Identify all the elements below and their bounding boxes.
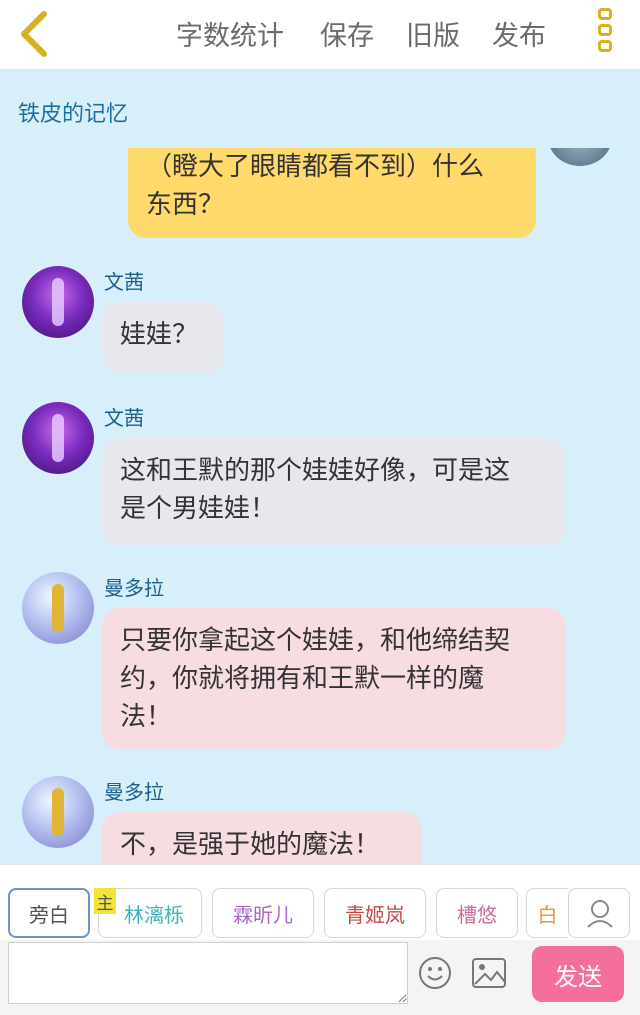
message-line: 不，是强于她的魔法！ [120, 830, 381, 860]
avatar[interactable] [22, 572, 94, 644]
message-line: 是个男娃娃！ [120, 494, 277, 524]
message-bubble: 不，是强于她的魔法！ [102, 812, 422, 864]
role-button[interactable]: 槽悠 [436, 888, 518, 938]
message-input[interactable] [8, 942, 408, 1004]
vertical-dots-icon [592, 8, 618, 52]
chevron-left-icon [21, 11, 47, 57]
avatar[interactable] [22, 266, 94, 338]
avatar[interactable] [22, 402, 94, 474]
message-bubble: 这和王默的那个娃娃好像，可是这 是个男娃娃！ [102, 438, 566, 546]
message-line: 东西？ [146, 190, 225, 220]
avatar[interactable] [548, 148, 612, 166]
main-role-badge: 主 [94, 888, 116, 914]
story-title: 铁皮的记忆 [18, 102, 129, 127]
message-line: 娃娃？ [120, 320, 199, 350]
person-icon [587, 900, 613, 928]
role-button[interactable]: 白 [526, 888, 568, 938]
add-role-button[interactable] [568, 888, 630, 938]
save-button[interactable]: 保存 [320, 14, 374, 53]
message-bubble: 只要你拿起这个娃娃，和他缔结契 约，你就将拥有和王默一样的魔 法！ [102, 608, 566, 750]
smiley-icon [419, 957, 451, 989]
more-menu-button[interactable] [592, 8, 618, 60]
back-button[interactable] [14, 10, 54, 58]
role-button[interactable]: 霖昕儿 [212, 888, 314, 938]
emoji-button[interactable] [418, 956, 452, 990]
speaker-name: 文茜 [104, 406, 144, 430]
image-icon [472, 958, 506, 988]
message-line: 只要你拿起这个娃娃，和他缔结契 [120, 626, 511, 656]
message-bubble: （瞪大了眼睛都看不到）什么 东西？ [128, 148, 536, 238]
avatar[interactable] [22, 776, 94, 848]
message-bubble: 娃娃？ [102, 302, 224, 374]
image-button[interactable] [470, 956, 508, 990]
message-line: 约，你就将拥有和王默一样的魔 [120, 664, 485, 694]
word-count-button[interactable]: 字数统计 [176, 14, 284, 53]
message-line: （瞪大了眼睛都看不到）什么 [146, 152, 485, 182]
speaker-name: 曼多拉 [104, 780, 164, 804]
message-line: 这和王默的那个娃娃好像，可是这 [120, 456, 511, 486]
message-line: 法！ [120, 702, 173, 732]
speaker-name: 文茜 [104, 270, 144, 294]
speaker-name: 曼多拉 [104, 576, 164, 600]
role-narrator-button[interactable]: 旁白 [8, 888, 90, 938]
publish-button[interactable]: 发布 [492, 14, 546, 53]
old-version-button[interactable]: 旧版 [406, 14, 460, 53]
chat-area[interactable]: （瞪大了眼睛都看不到）什么 东西？ 文茜 娃娃？ 文茜 这和王默的那个娃娃好像，… [0, 148, 640, 864]
role-button[interactable]: 青姬岚 [324, 888, 426, 938]
send-button[interactable]: 发送 [532, 946, 624, 1002]
